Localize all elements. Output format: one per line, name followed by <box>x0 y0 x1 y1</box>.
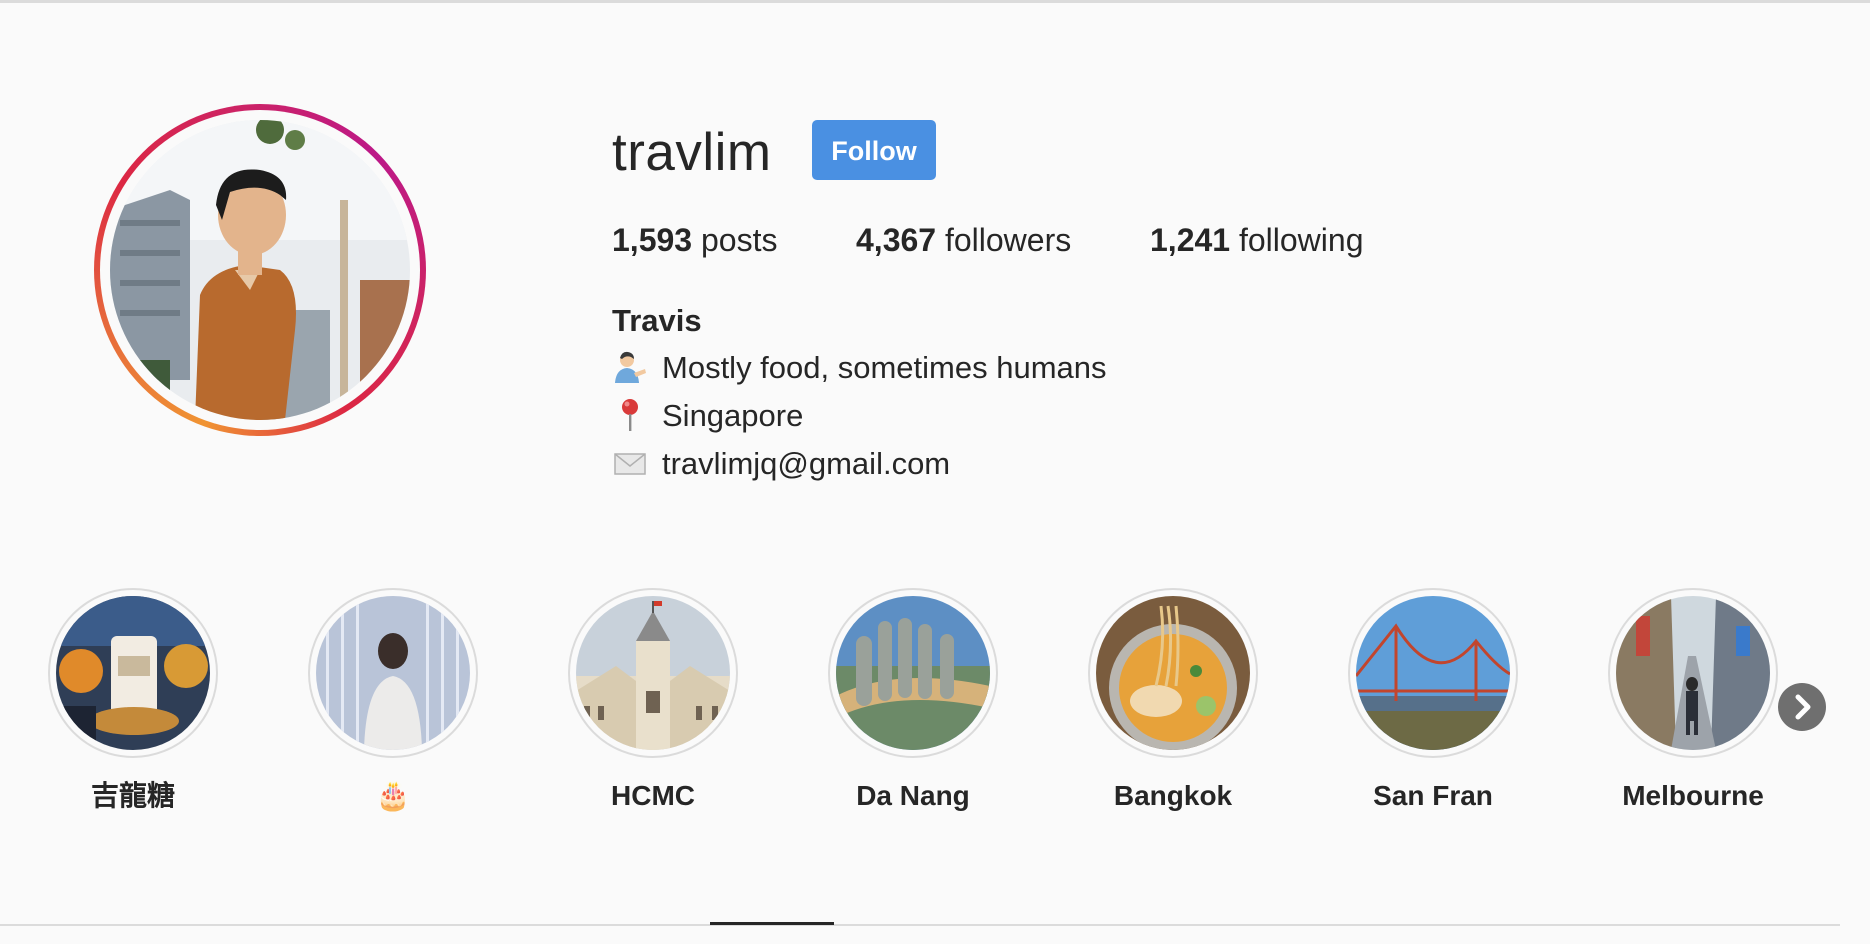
following-count: 1,241 <box>1150 222 1231 258</box>
highlight-label: 吉龍糖 <box>90 780 175 811</box>
followers-count: 4,367 <box>856 222 937 258</box>
highlight-cover <box>1616 596 1770 750</box>
tab-bar-divider <box>0 924 1840 926</box>
highlights-next-button[interactable] <box>1778 683 1826 731</box>
active-tab-indicator <box>710 922 834 925</box>
highlight-item[interactable]: 🎂 <box>308 588 478 828</box>
highlight-label: San Fran <box>1373 780 1493 811</box>
bio-email-link[interactable]: travlimjq@gmail.com <box>662 446 950 481</box>
followers-stat[interactable]: 4,367 followers <box>856 218 1071 262</box>
highlight-item[interactable]: San Fran <box>1348 588 1518 828</box>
highlight-cover <box>56 596 210 750</box>
top-divider <box>0 0 1870 3</box>
round-pushpin-icon <box>612 397 648 433</box>
chevron-right-icon <box>1795 694 1811 720</box>
highlight-label: Melbourne <box>1622 780 1764 811</box>
story-highlights: 吉龍糖 🎂 HCMC Da Nang Bangkok San Fran Melb… <box>0 588 1870 838</box>
highlight-label: HCMC <box>611 780 695 811</box>
highlight-label: 🎂 <box>375 780 411 811</box>
person-tipping-hand-icon <box>612 349 648 385</box>
highlight-cover <box>1356 596 1510 750</box>
following-stat[interactable]: 1,241 following <box>1150 218 1363 262</box>
highlight-cover <box>316 596 470 750</box>
bio-location-text: Singapore <box>662 398 804 433</box>
profile-avatar[interactable] <box>110 120 410 420</box>
highlight-cover <box>1096 596 1250 750</box>
followers-label: followers <box>944 222 1072 258</box>
envelope-icon <box>612 445 648 481</box>
highlight-label: Da Nang <box>856 780 970 811</box>
highlight-cover <box>836 596 990 750</box>
profile-full-name: Travis <box>612 303 702 338</box>
bio-line-email: travlimjq@gmail.com <box>612 442 950 486</box>
posts-stat[interactable]: 1,593 posts <box>612 218 777 262</box>
highlight-label: Bangkok <box>1113 780 1233 811</box>
posts-count: 1,593 <box>612 222 693 258</box>
highlight-item[interactable]: 吉龍糖 <box>48 588 218 828</box>
bio-line-tagline: Mostly food, sometimes humans <box>612 346 1107 390</box>
highlight-item[interactable]: Da Nang <box>828 588 998 828</box>
profile-username: travlim <box>612 123 772 182</box>
follow-button[interactable]: Follow <box>812 120 936 180</box>
bio-tagline-text: Mostly food, sometimes humans <box>662 350 1107 385</box>
highlight-item[interactable]: Bangkok <box>1088 588 1258 828</box>
highlight-cover <box>576 596 730 750</box>
highlight-item[interactable]: HCMC <box>568 588 738 828</box>
posts-label: posts <box>700 222 778 258</box>
highlight-item[interactable]: Melbourne <box>1608 588 1778 828</box>
following-label: following <box>1238 222 1364 258</box>
bio-line-location: Singapore <box>612 394 803 438</box>
